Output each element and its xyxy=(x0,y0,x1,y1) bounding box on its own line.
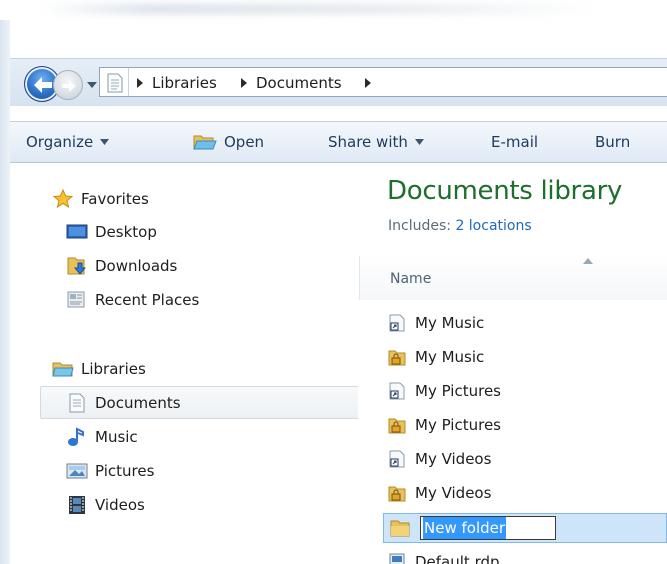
breadcrumb-libraries[interactable]: Libraries xyxy=(152,74,217,92)
file-name: My Pictures xyxy=(415,416,501,434)
nav-item-documents[interactable]: Documents xyxy=(66,393,181,413)
email-label: E-mail xyxy=(491,133,539,151)
window-titlebar xyxy=(0,0,667,58)
list-item-partial[interactable]: Default.rdp xyxy=(388,553,500,564)
locked-folder-icon xyxy=(388,348,406,366)
window-left-border xyxy=(0,20,10,564)
rdp-file-icon xyxy=(388,553,406,564)
nav-favorites-label: Favorites xyxy=(81,190,149,208)
nav-item-label: Desktop xyxy=(95,223,157,241)
address-separator xyxy=(128,68,129,96)
nav-item-downloads[interactable]: Downloads xyxy=(66,256,177,276)
file-name: My Videos xyxy=(415,484,492,502)
nav-item-label: Music xyxy=(95,428,138,446)
library-includes: Includes: 2 locations xyxy=(388,218,532,234)
breadcrumb-documents[interactable]: Documents xyxy=(256,74,342,92)
organize-label: Organize xyxy=(26,133,94,151)
command-bar: Organize Open Share with E-mail Burn xyxy=(10,121,667,163)
content-pane: Documents library Includes: 2 locations … xyxy=(358,164,667,564)
libraries-icon xyxy=(52,359,74,379)
open-folder-icon xyxy=(193,135,217,150)
folder-icon xyxy=(390,520,410,537)
breadcrumb-arrow-icon[interactable] xyxy=(240,78,248,88)
nav-item-recent-places[interactable]: Recent Places xyxy=(66,290,199,310)
rename-input[interactable]: New folder xyxy=(420,516,556,540)
list-item[interactable]: My Videos xyxy=(388,450,491,468)
shortcut-icon xyxy=(388,382,406,400)
nav-favorites[interactable]: Favorites xyxy=(52,188,149,209)
file-name: Default.rdp xyxy=(415,553,500,564)
navigation-pane: Favorites Desktop Downloads Recent Place… xyxy=(10,164,364,564)
includes-locations-link[interactable]: 2 locations xyxy=(455,218,531,234)
shortcut-icon xyxy=(388,314,406,332)
desktop-icon xyxy=(66,222,88,242)
organize-button[interactable]: Organize xyxy=(26,133,110,151)
nav-item-videos[interactable]: Videos xyxy=(66,495,145,515)
address-bar[interactable]: Libraries Documents xyxy=(99,67,667,97)
breadcrumb-arrow-icon[interactable] xyxy=(364,78,372,88)
name-column-label: Name xyxy=(390,271,432,287)
share-with-label: Share with xyxy=(328,133,408,151)
open-label: Open xyxy=(224,133,265,151)
file-name: My Pictures xyxy=(415,382,501,400)
burn-button[interactable]: Burn xyxy=(595,133,630,151)
nav-item-label: Documents xyxy=(95,394,181,412)
chevron-down-icon xyxy=(414,139,424,145)
document-library-icon xyxy=(107,73,123,93)
recent-places-icon xyxy=(66,290,88,310)
file-name: My Videos xyxy=(415,450,492,468)
nav-item-label: Recent Places xyxy=(95,291,200,309)
rename-selected-text: New folder xyxy=(423,517,507,539)
share-with-button[interactable]: Share with xyxy=(328,133,424,151)
downloads-folder-icon xyxy=(66,256,88,276)
file-name: My Music xyxy=(415,314,485,332)
nav-item-pictures[interactable]: Pictures xyxy=(66,461,154,481)
library-title: Documents library xyxy=(387,176,623,206)
list-item[interactable]: My Pictures xyxy=(388,416,501,434)
file-name: My Music xyxy=(415,348,485,366)
email-button[interactable]: E-mail xyxy=(491,133,538,151)
locked-folder-icon xyxy=(388,484,406,502)
breadcrumb-arrow-icon[interactable] xyxy=(136,78,144,88)
nav-item-music[interactable]: Music xyxy=(66,427,138,447)
list-item[interactable]: My Pictures xyxy=(388,382,501,400)
nav-item-label: Pictures xyxy=(95,462,155,480)
film-strip-icon xyxy=(66,495,88,515)
nav-item-label: Downloads xyxy=(95,257,178,275)
list-item[interactable]: My Videos xyxy=(388,484,491,502)
pictures-icon xyxy=(66,461,88,481)
new-folder-row[interactable]: New folder xyxy=(383,513,667,543)
documents-icon xyxy=(66,393,88,413)
music-note-icon xyxy=(66,427,88,447)
open-button[interactable]: Open xyxy=(193,133,264,151)
sort-ascending-icon xyxy=(583,258,593,264)
name-column-header[interactable]: Name xyxy=(359,256,667,300)
burn-label: Burn xyxy=(595,133,631,151)
includes-label: Includes: xyxy=(388,218,451,234)
nav-libraries[interactable]: Libraries xyxy=(52,359,146,379)
star-icon xyxy=(52,188,74,209)
navigation-bar: Libraries Documents xyxy=(10,58,667,106)
nav-item-desktop[interactable]: Desktop xyxy=(66,222,157,242)
list-item[interactable]: My Music xyxy=(388,314,484,332)
nav-libraries-label: Libraries xyxy=(81,360,146,378)
nav-item-label: Videos xyxy=(95,496,145,514)
chevron-down-icon xyxy=(100,139,110,145)
locked-folder-icon xyxy=(388,416,406,434)
forward-button[interactable] xyxy=(53,70,83,100)
list-item[interactable]: My Music xyxy=(388,348,484,366)
recent-pages-dropdown-icon[interactable] xyxy=(87,81,97,89)
forward-arrow-icon xyxy=(62,80,76,92)
shortcut-icon xyxy=(388,450,406,468)
